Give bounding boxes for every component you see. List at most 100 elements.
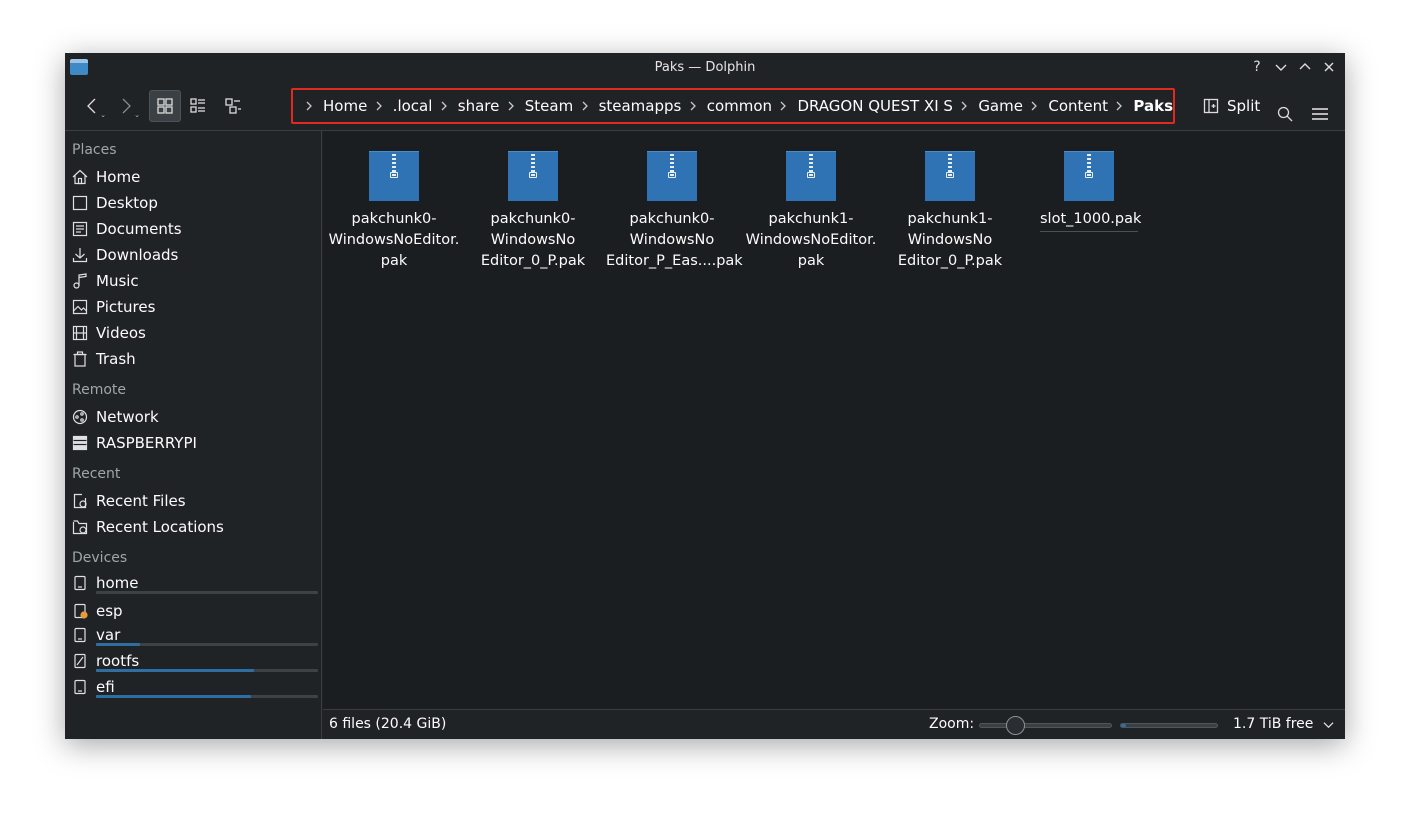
breadcrumb-item[interactable]: .local <box>393 97 433 115</box>
home-icon <box>72 169 88 185</box>
help-icon[interactable]: ? <box>1247 57 1267 77</box>
dolphin-app-icon[interactable] <box>70 59 88 75</box>
file-item[interactable]: pakchunk1- WindowsNoEditor. pak <box>745 151 877 272</box>
chevron-right-icon[interactable] <box>507 101 515 111</box>
hamburger-menu-button[interactable] <box>1312 98 1328 130</box>
places-header: Places <box>72 142 117 158</box>
chevron-right-icon[interactable] <box>440 101 448 111</box>
drive-icon <box>72 575 88 591</box>
drive-warning-icon <box>72 603 88 619</box>
chevron-right-icon <box>122 98 131 114</box>
split-button[interactable]: Split <box>1203 90 1260 122</box>
breadcrumb-item[interactable]: Home <box>323 97 367 115</box>
download-icon <box>72 247 88 263</box>
film-icon <box>72 325 88 341</box>
sidebar-item-label: home <box>96 574 139 592</box>
device-usage-fill <box>96 643 141 646</box>
chevron-right-icon[interactable] <box>779 101 787 111</box>
device-usage-bar <box>96 669 318 672</box>
file-item[interactable]: pakchunk1- WindowsNo Editor_0_P.pak <box>884 151 1016 272</box>
status-summary: 6 files (20.4 GiB) <box>329 716 447 732</box>
zoom-slider-track[interactable] <box>979 723 1112 728</box>
close-icon[interactable] <box>1319 57 1339 77</box>
breadcrumb: Home .local share Steam steamapps common DRAGO… <box>291 88 1175 124</box>
chevron-down-icon[interactable] <box>1323 718 1334 734</box>
recent-header: Recent <box>72 466 121 482</box>
sidebar-item-label: Pictures <box>96 298 156 316</box>
icons-view-button[interactable] <box>149 90 181 122</box>
sidebar-item-documents[interactable]: Documents <box>72 217 318 241</box>
back-button[interactable]: ⌄ <box>77 90 107 122</box>
file-item[interactable]: slot_1000.pak <box>1023 151 1155 232</box>
sidebar-item-recent-files[interactable]: Recent Files <box>72 489 318 513</box>
archive-file-icon <box>925 151 975 201</box>
archive-file-icon <box>369 151 419 201</box>
compact-view-button[interactable] <box>183 90 213 122</box>
free-space-label[interactable]: 1.7 TiB free <box>1233 716 1313 732</box>
chevron-right-icon[interactable] <box>689 101 697 111</box>
chevron-right-icon[interactable] <box>1115 101 1123 111</box>
file-name: pakchunk1- WindowsNo Editor_0_P.pak <box>897 211 1003 269</box>
sidebar-item-label: Videos <box>96 324 146 342</box>
zoom-slider-handle[interactable] <box>1006 716 1026 735</box>
sidebar-item-label: var <box>96 626 121 644</box>
device-usage-bar <box>96 591 318 594</box>
breadcrumb-item[interactable]: common <box>707 97 772 115</box>
search-button[interactable] <box>1277 98 1293 130</box>
sidebar-item-home[interactable]: Home <box>72 165 318 189</box>
maximize-icon[interactable] <box>1295 57 1315 77</box>
drive-icon <box>72 627 88 643</box>
chevron-right-icon[interactable] <box>375 101 383 111</box>
sidebar-item-label: Home <box>96 168 141 186</box>
status-bar: 6 files (20.4 GiB) Zoom: 1.7 TiB free <box>323 709 1345 739</box>
sidebar-item-label: Desktop <box>96 194 158 212</box>
breadcrumb-item[interactable]: Steam <box>525 97 573 115</box>
archive-file-icon <box>647 151 697 201</box>
details-view-icon <box>225 98 241 114</box>
sidebar-item-label: efi <box>96 678 115 696</box>
pictures-icon <box>72 299 88 315</box>
sidebar-item-trash[interactable]: Trash <box>72 347 318 371</box>
breadcrumb-item[interactable]: Paks <box>1133 97 1173 115</box>
free-space-fill <box>1121 724 1126 727</box>
sidebar-item-raspberrypi[interactable]: RASPBERRYPI <box>72 431 318 455</box>
chevron-right-icon[interactable] <box>581 101 589 111</box>
recent-locations-icon <box>72 519 88 535</box>
forward-button[interactable]: ⌄ <box>111 90 141 122</box>
breadcrumb-item[interactable]: Content <box>1048 97 1108 115</box>
chevron-right-icon[interactable] <box>960 101 968 111</box>
sidebar-item-downloads[interactable]: Downloads <box>72 243 318 267</box>
archive-file-icon <box>786 151 836 201</box>
file-item[interactable]: pakchunk0- WindowsNo Editor_P_Eas....pak <box>606 151 743 272</box>
sidebar-item-music[interactable]: Music <box>72 269 318 293</box>
desktop-icon <box>72 195 88 211</box>
file-item[interactable]: pakchunk0- WindowsNo Editor_0_P.pak <box>467 151 599 272</box>
chevron-right-icon[interactable] <box>305 101 313 111</box>
sidebar-item-desktop[interactable]: Desktop <box>72 191 318 215</box>
minimize-icon[interactable] <box>1271 57 1291 77</box>
device-usage-bar <box>96 643 318 646</box>
chevron-left-icon <box>87 98 96 114</box>
sidebar-item-recent-locations[interactable]: Recent Locations <box>72 515 318 539</box>
sidebar-item-pictures[interactable]: Pictures <box>72 295 318 319</box>
breadcrumb-item[interactable]: DRAGON QUEST XI S <box>797 97 953 115</box>
sidebar-item-network[interactable]: Network <box>72 405 318 429</box>
free-space-bar <box>1120 723 1218 728</box>
sidebar-item-label: rootfs <box>96 652 140 670</box>
sidebar-item-videos[interactable]: Videos <box>72 321 318 345</box>
chevron-right-icon[interactable] <box>1030 101 1038 111</box>
music-note-icon <box>72 273 88 289</box>
file-view[interactable]: pakchunk0- WindowsNoEditor. pak pakchunk… <box>323 131 1345 709</box>
breadcrumb-item[interactable]: steamapps <box>599 97 682 115</box>
sidebar-item-device-esp[interactable]: esp <box>72 599 318 623</box>
breadcrumb-item[interactable]: share <box>458 97 500 115</box>
window-controls: ? <box>1247 53 1339 81</box>
file-item[interactable]: pakchunk0- WindowsNoEditor. pak <box>328 151 460 272</box>
sidebar-item-label: Recent Files <box>96 492 186 510</box>
split-label: Split <box>1227 97 1261 115</box>
recent-files-icon <box>72 493 88 509</box>
toolbar: ⌄ ⌄ Home .local share Steam steamapps common D… <box>65 81 1345 131</box>
breadcrumb-item[interactable]: Game <box>978 97 1023 115</box>
window-title: Paks — Dolphin <box>654 59 756 75</box>
details-view-button[interactable] <box>218 90 248 122</box>
